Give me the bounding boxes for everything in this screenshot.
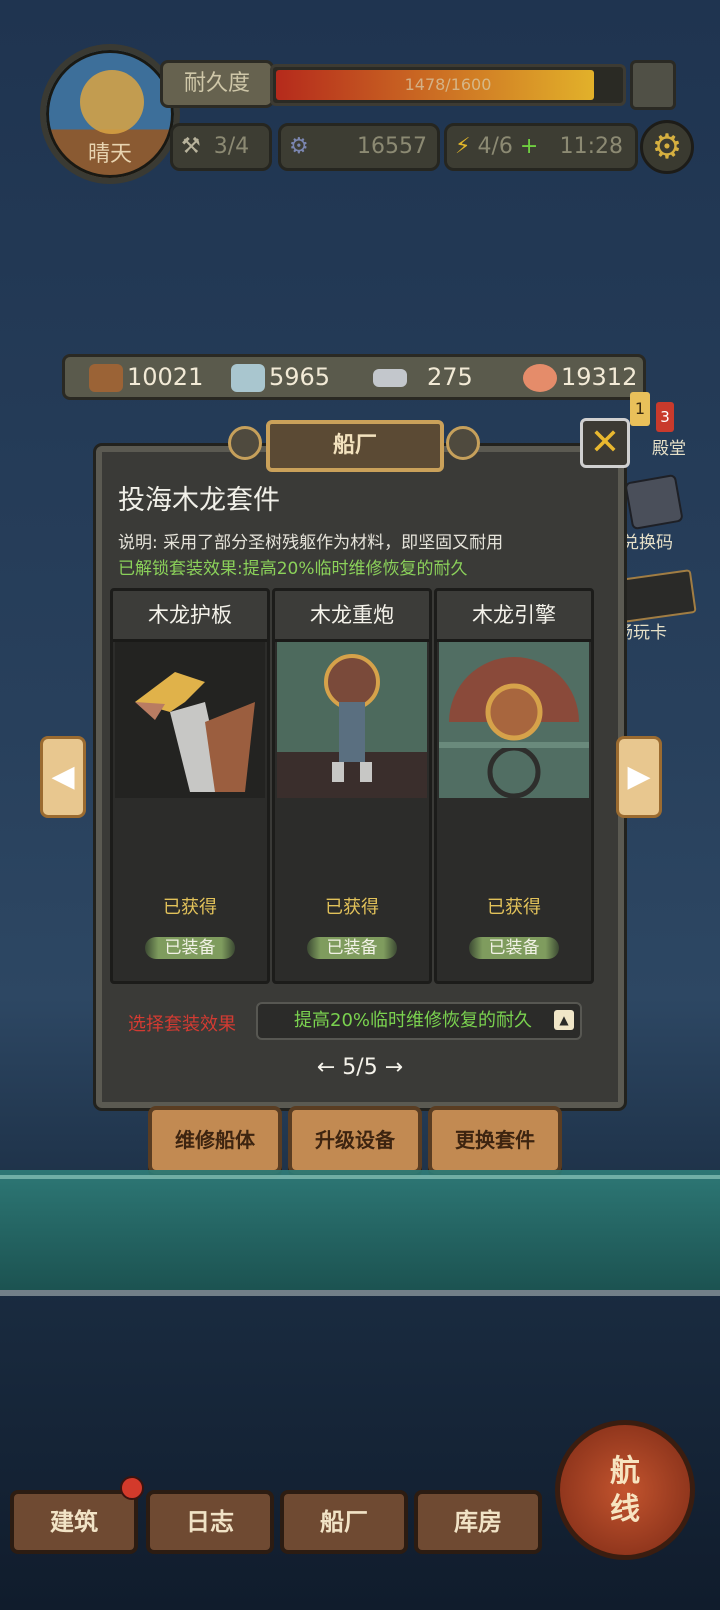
equipped-badge: 已装备 xyxy=(145,937,235,959)
set-piece-card[interactable]: 木龙护板 已获得 已装备 xyxy=(110,588,270,984)
foam-line xyxy=(0,1290,720,1296)
nav-build-button[interactable]: 建筑 xyxy=(10,1490,138,1554)
builders-value: 3/4 xyxy=(213,134,250,159)
swap-set-button[interactable]: 更换套件 xyxy=(428,1106,562,1174)
equipped-badge: 已装备 xyxy=(469,937,559,959)
weather-label: 晴天 xyxy=(87,142,132,167)
lightning-icon: ⚡ xyxy=(455,134,471,159)
durability-label: 耐久度 xyxy=(160,60,274,108)
gear-coin-icon: ⚙ xyxy=(289,134,309,159)
resource-iron: 275 xyxy=(373,357,473,397)
resource-iron-value: 275 xyxy=(427,363,473,391)
next-arrow-icon[interactable]: ▶ xyxy=(616,736,662,818)
title-bolt-right xyxy=(446,426,480,460)
durability-track: 1478/1600 xyxy=(270,64,626,106)
settings-gear-icon[interactable]: ⚙ xyxy=(640,120,694,174)
prev-arrow-icon[interactable]: ◀ xyxy=(40,736,86,818)
ticket-icon[interactable] xyxy=(624,473,684,531)
resource-meat-value: 19312 xyxy=(561,363,638,391)
card-status: 已获得 xyxy=(487,897,541,918)
card-title: 木龙护板 xyxy=(113,591,267,642)
wave-line xyxy=(0,1175,720,1179)
resource-stone-value: 5965 xyxy=(269,363,331,391)
hall-badge-1: 1 xyxy=(630,392,650,426)
panel-title: 船厂 xyxy=(266,420,444,472)
set-piece-card[interactable]: 木龙重炮 已获得 已装备 xyxy=(272,588,432,984)
meat-icon xyxy=(523,364,557,392)
dragon-engine-icon xyxy=(439,642,589,799)
notification-dot xyxy=(120,1476,144,1500)
card-title: 木龙引擎 xyxy=(437,591,591,642)
hall-badge-2: 3 xyxy=(656,402,674,432)
durability-value: 1478/1600 xyxy=(404,75,492,94)
wood-log-icon xyxy=(89,364,123,392)
unlocked-bonus: 已解锁套装效果:提高20%临时维修恢复的耐久 xyxy=(118,559,468,579)
add-energy-icon[interactable]: + xyxy=(520,134,538,159)
gears-stat[interactable]: ⚙ 16557 xyxy=(278,123,440,171)
select-set-effect-label: 选择套装效果 xyxy=(128,1014,236,1035)
card-status: 已获得 xyxy=(163,897,217,918)
nav-storage-button[interactable]: 库房 xyxy=(414,1490,542,1554)
repair-hull-button[interactable]: 维修船体 xyxy=(148,1106,282,1174)
sea-background xyxy=(0,1170,720,1290)
gears-value: 16557 xyxy=(357,134,427,159)
card-status: 已获得 xyxy=(325,897,379,918)
iron-ingot-icon xyxy=(373,369,407,387)
energy-stat[interactable]: ⚡ 4/6 + 11:28 xyxy=(444,123,638,171)
redeem-code-label[interactable]: 兑换码 xyxy=(622,528,673,553)
set-effect-dropdown[interactable]: 提高20%临时维修恢复的耐久 ▲ xyxy=(256,1002,582,1040)
resource-wood-value: 10021 xyxy=(127,363,204,391)
resource-stone: 5965 xyxy=(231,357,330,397)
route-button[interactable]: 航线 xyxy=(555,1420,695,1560)
set-name: 投海木龙套件 xyxy=(118,485,280,516)
energy-timer: 11:28 xyxy=(559,134,623,159)
route-label: 航线 xyxy=(610,1454,640,1527)
stone-icon xyxy=(231,364,265,392)
hammer-wrench-icon: ⚒ xyxy=(181,134,201,159)
set-effect-value: 提高20%临时维修恢复的耐久 xyxy=(294,1010,533,1031)
card-title: 木龙重炮 xyxy=(275,591,429,642)
play-card-icon[interactable] xyxy=(617,569,697,623)
page-indicator[interactable]: ← 5/5 → xyxy=(0,1055,720,1080)
nav-log-button[interactable]: 日志 xyxy=(146,1490,274,1554)
title-bolt-left xyxy=(228,426,262,460)
caret-up-icon: ▲ xyxy=(554,1010,574,1030)
set-piece-card[interactable]: 木龙引擎 已获得 已装备 xyxy=(434,588,594,984)
hall-label[interactable]: 殿堂 xyxy=(652,434,686,459)
nav-shipyard-button[interactable]: 船厂 xyxy=(280,1490,408,1554)
durability-cap xyxy=(630,60,676,110)
durability-bar: 耐久度 1478/1600 xyxy=(150,58,676,110)
resource-meat: 19312 xyxy=(523,357,637,397)
upgrade-equipment-button[interactable]: 升级设备 xyxy=(288,1106,422,1174)
resource-bar: 10021 5965 275 19312 xyxy=(62,354,646,400)
dragon-armor-icon xyxy=(115,642,265,798)
energy-value: 4/6 xyxy=(477,134,513,159)
sun-icon xyxy=(80,70,144,134)
equipped-badge: 已装备 xyxy=(307,937,397,959)
dragon-cannon-icon xyxy=(277,642,427,798)
resource-wood: 10021 xyxy=(89,357,203,397)
set-description: 说明: 采用了部分圣树残躯作为材料，即坚固又耐用 xyxy=(118,533,504,553)
builders-stat[interactable]: ⚒ 3/4 xyxy=(170,123,272,171)
close-icon[interactable]: ✕ xyxy=(580,418,630,468)
